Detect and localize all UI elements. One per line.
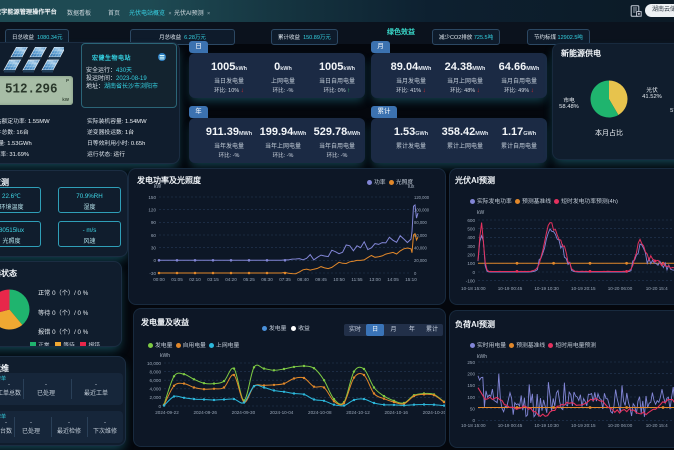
svg-text:2024-09-22: 2024-09-22 [155,410,179,415]
svg-text:10-18 15:00: 10-18 15:00 [461,423,486,428]
svg-text:14:05: 14:05 [387,277,399,282]
svg-text:0: 0 [158,404,161,409]
svg-text:07:35: 07:35 [279,277,291,282]
svg-text:30: 30 [151,246,157,251]
svg-text:10-20 06:00: 10-20 06:00 [608,423,633,428]
svg-text:10-19 00:45: 10-19 00:45 [498,423,523,428]
svg-text:100: 100 [467,261,475,266]
svg-text:120,000: 120,000 [414,195,430,200]
svg-text:20,000: 20,000 [414,258,427,263]
svg-text:40,000: 40,000 [414,246,427,251]
svg-text:15:10: 15:10 [405,277,417,282]
svg-text:05:25: 05:25 [243,277,255,282]
svg-text:2024-10-04: 2024-10-04 [270,410,294,415]
svg-text:0: 0 [414,271,417,276]
svg-text:80,000: 80,000 [414,220,427,225]
svg-text:50: 50 [470,406,476,411]
svg-text:2024-10-16: 2024-10-16 [384,410,408,415]
svg-text:10-19 10:30: 10-19 10:30 [534,423,559,428]
svg-text:01:05: 01:05 [171,277,183,282]
svg-text:2024-10-12: 2024-10-12 [346,410,370,415]
svg-text:04:20: 04:20 [225,277,237,282]
svg-text:00:00: 00:00 [153,277,165,282]
svg-text:8,000: 8,000 [150,369,162,374]
svg-text:90: 90 [151,220,157,225]
svg-text:03:15: 03:15 [207,277,219,282]
svg-text:60: 60 [151,233,157,238]
svg-text:250: 250 [467,360,475,365]
svg-text:10-19 10:30: 10-19 10:30 [534,286,559,291]
svg-text:500: 500 [467,226,475,231]
svg-text:200: 200 [467,372,475,377]
svg-text:150: 150 [467,383,475,388]
svg-text:6,000: 6,000 [150,378,162,383]
svg-text:10,000: 10,000 [147,361,161,366]
svg-text:2024-10-08: 2024-10-08 [308,410,332,415]
svg-text:100: 100 [467,395,475,400]
svg-text:150: 150 [148,195,156,200]
svg-text:2024-09-26: 2024-09-26 [193,410,217,415]
svg-text:-100: -100 [466,279,476,284]
svg-text:09:45: 09:45 [315,277,327,282]
svg-text:2,000: 2,000 [150,395,162,400]
svg-text:10-20 15:4: 10-20 15:4 [646,423,668,428]
svg-text:13:00: 13:00 [369,277,381,282]
svg-text:200: 200 [467,253,475,258]
svg-text:-30: -30 [149,271,156,276]
svg-text:100,000: 100,000 [414,208,430,213]
svg-text:0: 0 [472,270,475,275]
svg-text:10:50: 10:50 [333,277,345,282]
svg-text:10-20 15:4: 10-20 15:4 [646,286,668,291]
svg-text:2024-10-20: 2024-10-20 [423,410,446,415]
svg-text:4,000: 4,000 [150,387,162,392]
svg-text:120: 120 [148,208,156,213]
svg-text:400: 400 [467,235,475,240]
svg-text:10-20 06:00: 10-20 06:00 [608,286,633,291]
svg-text:10-19 20:15: 10-19 20:15 [571,423,596,428]
svg-text:2024-09-30: 2024-09-30 [232,410,256,415]
svg-text:02:10: 02:10 [189,277,201,282]
svg-text:08:40: 08:40 [297,277,309,282]
svg-text:11:55: 11:55 [351,277,363,282]
svg-text:10-19 20:15: 10-19 20:15 [571,286,596,291]
svg-text:300: 300 [467,244,475,249]
svg-text:10-18 15:00: 10-18 15:00 [461,286,486,291]
svg-text:0: 0 [153,258,156,263]
svg-text:600: 600 [467,218,475,223]
svg-text:10-19 00:45: 10-19 00:45 [498,286,523,291]
svg-text:06:30: 06:30 [261,277,273,282]
